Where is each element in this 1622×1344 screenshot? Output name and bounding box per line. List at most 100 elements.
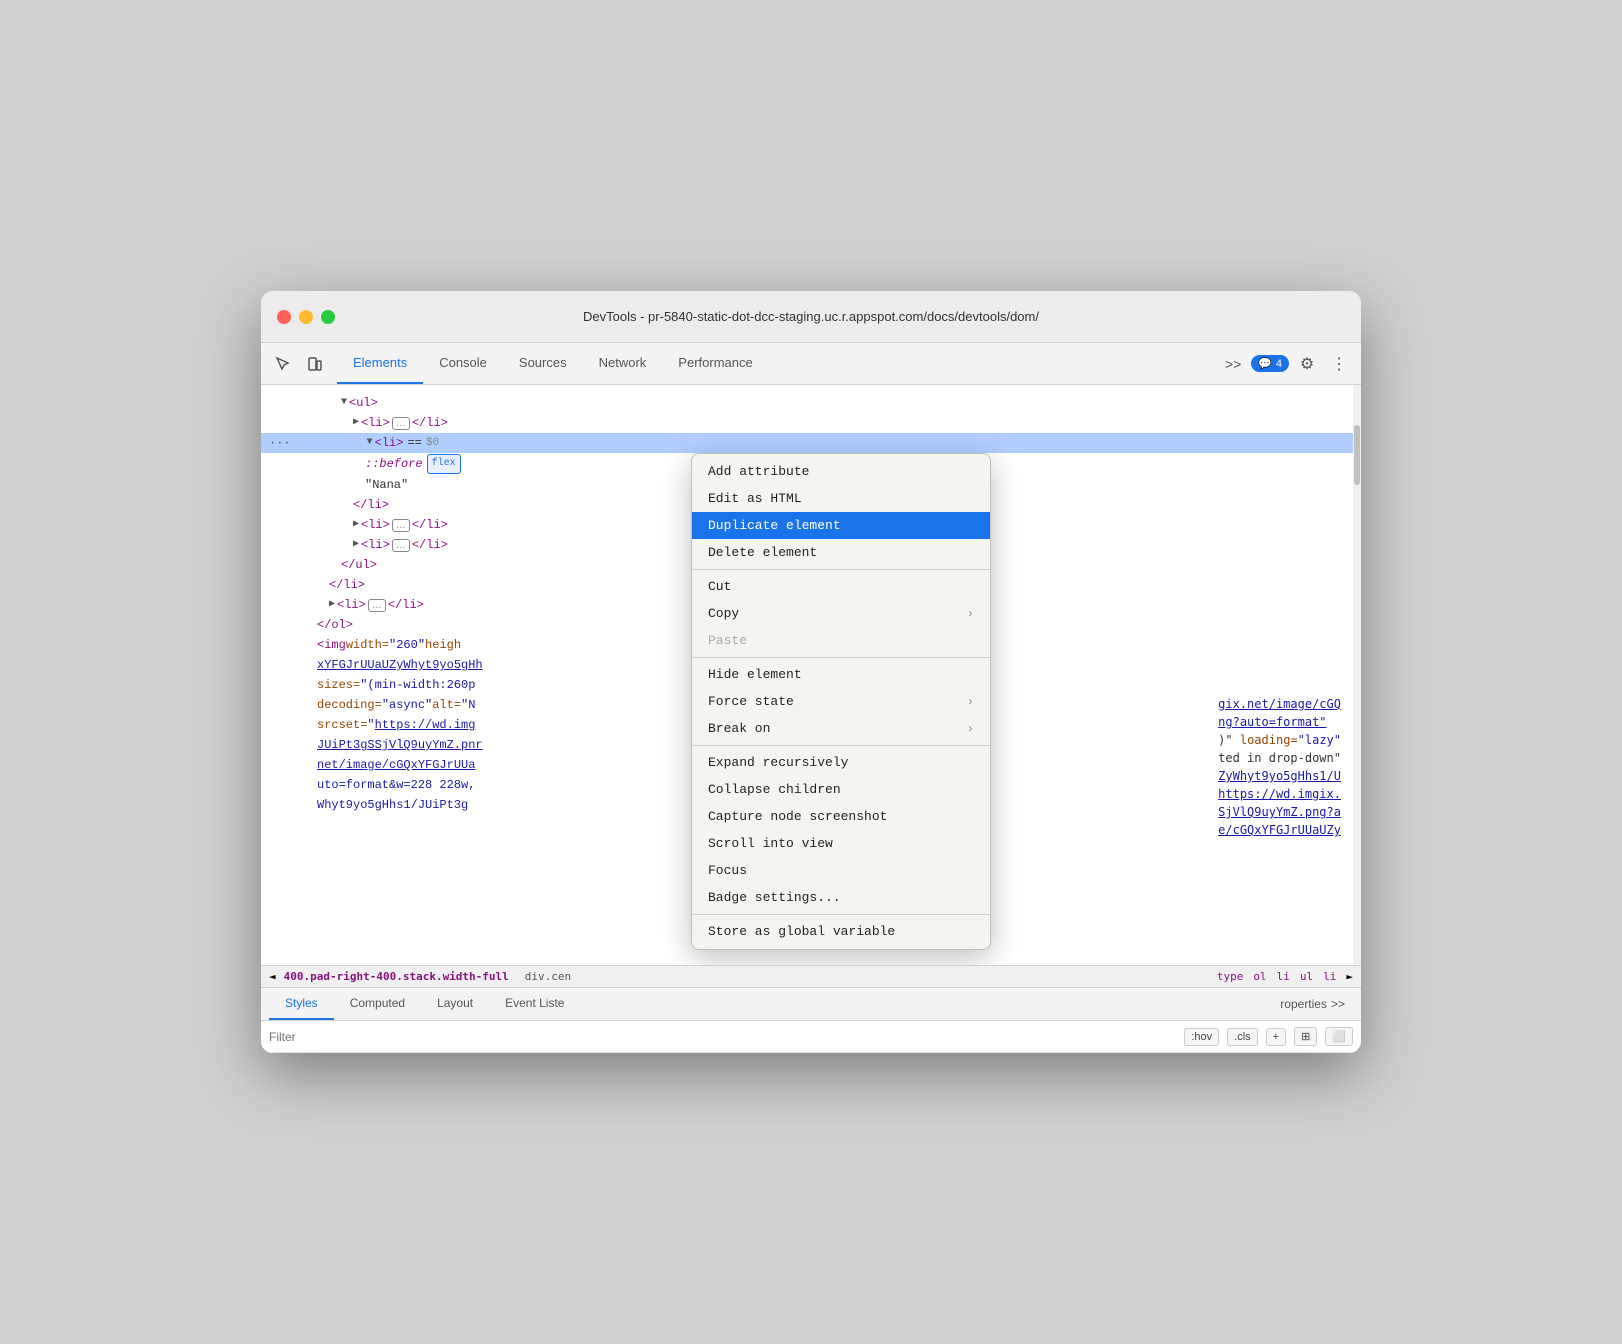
expand-ellipsis[interactable]: … xyxy=(368,599,386,612)
expand-triangle[interactable]: ▼ xyxy=(367,434,373,452)
chevron-right-icon: >> xyxy=(1331,997,1345,1011)
menu-separator xyxy=(692,745,990,746)
more-options-icon[interactable]: ⋮ xyxy=(1325,350,1353,378)
expand-triangle[interactable]: ▶ xyxy=(329,596,335,614)
breadcrumb-arrow-right[interactable]: ► xyxy=(1346,970,1353,983)
submenu-arrow-icon: › xyxy=(967,607,974,621)
menu-item-store-global[interactable]: Store as global variable xyxy=(692,918,990,945)
context-menu: Add attribute Edit as HTML Duplicate ele… xyxy=(691,453,991,950)
devtools-content: ▼ <ul> ▶ <li> … </li> ··· ▼ <li> == $0 :… xyxy=(261,385,1361,1053)
menu-item-expand-recursively[interactable]: Expand recursively xyxy=(692,749,990,776)
minimize-button[interactable] xyxy=(299,310,313,324)
tab-computed[interactable]: Computed xyxy=(334,988,421,1020)
devtools-toolbar: Elements Console Sources Network Perform… xyxy=(261,343,1361,385)
srcset-link[interactable]: https://wd.img xyxy=(375,718,476,732)
attr-link-right[interactable]: https://wd.imgix. xyxy=(1218,787,1341,801)
window-title: DevTools - pr-5840-static-dot-dcc-stagin… xyxy=(583,309,1039,324)
breadcrumb-item-ul[interactable]: ul xyxy=(1300,970,1313,983)
menu-item-collapse-children[interactable]: Collapse children xyxy=(692,776,990,803)
breadcrumb-item-li2[interactable]: li xyxy=(1323,970,1336,983)
close-button[interactable] xyxy=(277,310,291,324)
menu-item-break-on[interactable]: Break on › xyxy=(692,715,990,742)
attr-link-right[interactable]: e/cGQxYFGJrUUaUZy xyxy=(1218,823,1341,837)
attr-link[interactable]: JUiPt3gSSjVlQ9uyYmZ.pnr xyxy=(317,738,483,752)
tab-styles[interactable]: Styles xyxy=(269,988,334,1020)
more-tabs-button[interactable]: >> xyxy=(1219,350,1247,378)
menu-separator xyxy=(692,657,990,658)
maximize-button[interactable] xyxy=(321,310,335,324)
expand-ellipsis[interactable]: … xyxy=(392,417,410,430)
add-rule-button[interactable]: + xyxy=(1266,1028,1286,1046)
bottom-panel: ◄ 400.pad-right-400.stack.width-full div… xyxy=(261,965,1361,1053)
selected-dom-line[interactable]: ··· ▼ <li> == $0 xyxy=(261,433,1361,453)
dom-panel: ▼ <ul> ▶ <li> … </li> ··· ▼ <li> == $0 :… xyxy=(261,385,1361,965)
flex-badge: flex xyxy=(427,454,461,474)
breadcrumb-arrow-left[interactable]: ◄ xyxy=(269,970,276,983)
tab-elements[interactable]: Elements xyxy=(337,343,423,384)
breadcrumb-bar: ◄ 400.pad-right-400.stack.width-full div… xyxy=(261,966,1361,988)
settings-icon[interactable]: ⚙ xyxy=(1293,350,1321,378)
tab-sources[interactable]: Sources xyxy=(503,343,583,384)
titlebar: DevTools - pr-5840-static-dot-dcc-stagin… xyxy=(261,291,1361,343)
breadcrumb-item-li[interactable]: li xyxy=(1277,970,1290,983)
vertical-scrollbar[interactable] xyxy=(1353,385,1361,965)
menu-item-paste: Paste xyxy=(692,627,990,654)
menu-item-hide-element[interactable]: Hide element xyxy=(692,661,990,688)
menu-item-cut[interactable]: Cut xyxy=(692,573,990,600)
breadcrumb-item-type[interactable]: type xyxy=(1217,970,1244,983)
submenu-arrow-icon: › xyxy=(967,722,974,736)
devtools-window: DevTools - pr-5840-static-dot-dcc-stagin… xyxy=(261,291,1361,1053)
tab-performance[interactable]: Performance xyxy=(662,343,768,384)
tab-console[interactable]: Console xyxy=(423,343,503,384)
expand-triangle[interactable]: ▶ xyxy=(353,516,359,534)
submenu-arrow-icon: › xyxy=(967,695,974,709)
tab-network[interactable]: Network xyxy=(583,343,663,384)
attr-link-right[interactable]: ZyWhyt9yo5gHhs1/U xyxy=(1218,769,1341,783)
menu-item-copy[interactable]: Copy › xyxy=(692,600,990,627)
menu-separator xyxy=(692,914,990,915)
scrollbar-thumb[interactable] xyxy=(1354,425,1360,485)
tab-event-listeners[interactable]: Event Liste xyxy=(489,988,580,1020)
console-messages-badge[interactable]: 💬 4 xyxy=(1251,355,1289,372)
right-side-attrs: gix.net/image/cGQ ng?auto=format" )" loa… xyxy=(1218,695,1341,839)
filter-input[interactable] xyxy=(269,1030,1184,1044)
hover-state-button[interactable]: :hov xyxy=(1184,1028,1219,1046)
toolbar-tabs: Elements Console Sources Network Perform… xyxy=(337,343,1219,384)
context-menu-overlay: Add attribute Edit as HTML Duplicate ele… xyxy=(691,453,991,950)
menu-item-duplicate-element[interactable]: Duplicate element xyxy=(692,512,990,539)
toolbar-icons xyxy=(269,350,329,378)
menu-item-edit-html[interactable]: Edit as HTML xyxy=(692,485,990,512)
toggle-panel-button[interactable]: ⬜ xyxy=(1325,1027,1353,1046)
menu-separator xyxy=(692,569,990,570)
filter-actions: :hov .cls + ⊞ ⬜ xyxy=(1184,1027,1353,1046)
dom-line[interactable]: ▼ <ul> xyxy=(261,393,1361,413)
expand-ellipsis[interactable]: … xyxy=(392,519,410,532)
menu-item-badge-settings[interactable]: Badge settings... xyxy=(692,884,990,911)
breadcrumb-item-div[interactable]: div.cen xyxy=(525,970,571,983)
dom-line[interactable]: ▶ <li> … </li> xyxy=(261,413,1361,433)
tab-more-panel[interactable]: roperties >> xyxy=(1272,988,1353,1020)
inspect-icon[interactable] xyxy=(269,350,297,378)
cls-button[interactable]: .cls xyxy=(1227,1028,1258,1046)
attr-link[interactable]: xYFGJrUUaUZyWhyt9yo5gHh xyxy=(317,658,483,672)
attr-link-right[interactable]: SjVlQ9uyYmZ.png?a xyxy=(1218,805,1341,819)
breadcrumb-item-main[interactable]: 400.pad-right-400.stack.width-full xyxy=(284,970,509,983)
filter-bar: :hov .cls + ⊞ ⬜ xyxy=(261,1021,1361,1053)
expand-triangle[interactable]: ▶ xyxy=(353,536,359,554)
menu-item-force-state[interactable]: Force state › xyxy=(692,688,990,715)
tab-layout[interactable]: Layout xyxy=(421,988,489,1020)
menu-item-delete-element[interactable]: Delete element xyxy=(692,539,990,566)
attr-link-right[interactable]: ng?auto=format" xyxy=(1218,715,1326,729)
expand-triangle[interactable]: ▼ xyxy=(341,394,347,412)
breadcrumb-item-ol[interactable]: ol xyxy=(1253,970,1266,983)
menu-item-focus[interactable]: Focus xyxy=(692,857,990,884)
menu-item-add-attribute[interactable]: Add attribute xyxy=(692,458,990,485)
attr-link-right[interactable]: gix.net/image/cGQ xyxy=(1218,697,1341,711)
attr-link[interactable]: net/image/cGQxYFGJrUUa xyxy=(317,758,475,772)
expand-ellipsis[interactable]: … xyxy=(392,539,410,552)
new-style-rule-button[interactable]: ⊞ xyxy=(1294,1027,1317,1046)
device-icon[interactable] xyxy=(301,350,329,378)
menu-item-scroll-into-view[interactable]: Scroll into view xyxy=(692,830,990,857)
menu-item-capture-screenshot[interactable]: Capture node screenshot xyxy=(692,803,990,830)
expand-triangle[interactable]: ▶ xyxy=(353,414,359,432)
